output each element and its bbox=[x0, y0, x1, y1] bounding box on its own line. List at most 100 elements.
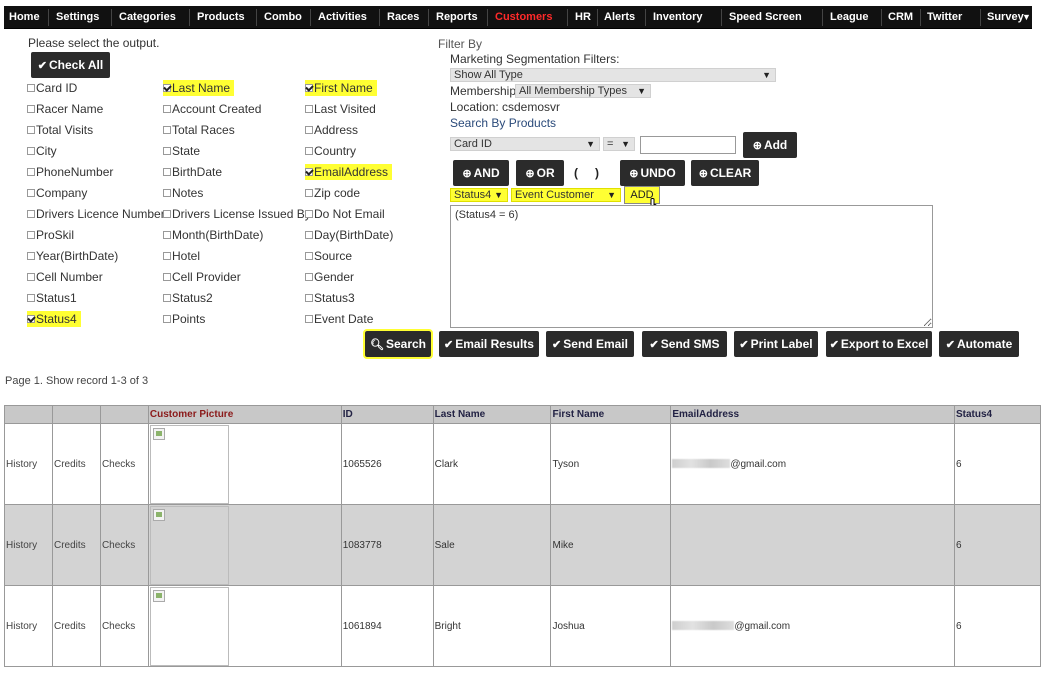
export-excel-button[interactable]: ✔ Export to Excel bbox=[826, 331, 932, 357]
checkbox[interactable] bbox=[163, 167, 171, 176]
or-button[interactable]: ⊕ OR bbox=[516, 160, 564, 186]
close-paren-button[interactable]: ) bbox=[592, 160, 602, 186]
output-field-state[interactable]: State bbox=[163, 143, 200, 159]
history-link[interactable]: History bbox=[4, 585, 53, 667]
email-results-button[interactable]: ✔ Email Results bbox=[439, 331, 539, 357]
credits-link[interactable]: Credits bbox=[51, 423, 101, 505]
segmentation-select[interactable]: Show All Type ▼ bbox=[450, 68, 776, 82]
checkbox[interactable] bbox=[163, 104, 171, 113]
output-field-drivers-licence-number[interactable]: Drivers Licence Number bbox=[27, 206, 165, 222]
output-field-hotel[interactable]: Hotel bbox=[163, 248, 200, 264]
output-field-status1[interactable]: Status1 bbox=[27, 290, 77, 306]
checkbox[interactable] bbox=[163, 83, 171, 92]
output-field-drivers-license-issued-by[interactable]: Drivers License Issued By bbox=[163, 206, 311, 222]
checkbox[interactable] bbox=[27, 83, 35, 92]
checkbox[interactable] bbox=[163, 125, 171, 134]
column-header-first-name[interactable]: First Name bbox=[550, 405, 672, 424]
output-field-total-races[interactable]: Total Races bbox=[163, 122, 235, 138]
checkbox[interactable] bbox=[163, 251, 171, 260]
column-header-status4[interactable]: Status4 bbox=[954, 405, 1041, 424]
checkbox[interactable] bbox=[305, 146, 313, 155]
checkbox[interactable] bbox=[305, 167, 313, 176]
output-field-emailaddress[interactable]: EmailAddress bbox=[305, 164, 393, 180]
output-field-notes[interactable]: Notes bbox=[163, 185, 203, 201]
checkbox[interactable] bbox=[163, 188, 171, 197]
output-field-year-birthdate[interactable]: Year(BirthDate) bbox=[27, 248, 118, 264]
filter-operator-select[interactable]: = ▼ bbox=[603, 137, 635, 151]
status-value-select[interactable]: Event Customer ▼ bbox=[511, 188, 621, 202]
checkbox[interactable] bbox=[163, 272, 171, 281]
checkbox[interactable] bbox=[27, 167, 35, 176]
nav-reports[interactable]: Reports bbox=[436, 6, 478, 29]
open-paren-button[interactable]: ( bbox=[571, 160, 581, 186]
nav-home[interactable]: Home bbox=[9, 6, 40, 29]
check-all-button[interactable]: ✔ Check All bbox=[31, 52, 110, 78]
checkbox[interactable] bbox=[27, 104, 35, 113]
output-field-day-birthdate[interactable]: Day(BirthDate) bbox=[305, 227, 393, 243]
membership-select[interactable]: All Membership Types ▼ bbox=[515, 84, 651, 98]
checkbox[interactable] bbox=[27, 125, 35, 134]
nav-survey[interactable]: Survey bbox=[987, 6, 1024, 29]
checkbox[interactable] bbox=[305, 125, 313, 134]
checkbox[interactable] bbox=[305, 83, 313, 92]
nav-alerts[interactable]: Alerts bbox=[604, 6, 635, 29]
nav-crm[interactable]: CRM bbox=[888, 6, 913, 29]
checkbox[interactable] bbox=[163, 314, 171, 323]
output-field-status2[interactable]: Status2 bbox=[163, 290, 213, 306]
filter-value-input[interactable] bbox=[640, 136, 736, 154]
checkbox[interactable] bbox=[305, 293, 313, 302]
checkbox[interactable] bbox=[305, 209, 313, 218]
checkbox[interactable] bbox=[163, 230, 171, 239]
search-by-products-link[interactable]: Search By Products bbox=[450, 116, 556, 130]
column-header-id[interactable]: ID bbox=[340, 405, 434, 424]
checkbox[interactable] bbox=[27, 314, 35, 323]
checkbox[interactable] bbox=[27, 251, 35, 260]
credits-link[interactable]: Credits bbox=[51, 585, 101, 667]
search-button[interactable]: 🔍︎ Search bbox=[363, 329, 433, 359]
output-field-company[interactable]: Company bbox=[27, 185, 87, 201]
output-field-cell-provider[interactable]: Cell Provider bbox=[163, 269, 241, 285]
checkbox[interactable] bbox=[27, 272, 35, 281]
output-field-status3[interactable]: Status3 bbox=[305, 290, 355, 306]
output-field-source[interactable]: Source bbox=[305, 248, 352, 264]
output-field-address[interactable]: Address bbox=[305, 122, 358, 138]
checkbox[interactable] bbox=[27, 230, 35, 239]
history-link[interactable]: History bbox=[4, 423, 53, 505]
filter-expression-textarea[interactable]: (Status4 = 6) bbox=[450, 205, 933, 328]
nav-inventory[interactable]: Inventory bbox=[653, 6, 703, 29]
and-button[interactable]: ⊕ AND bbox=[453, 160, 509, 186]
nav-league[interactable]: League bbox=[830, 6, 869, 29]
checks-link[interactable]: Checks bbox=[99, 423, 149, 505]
checkbox[interactable] bbox=[27, 209, 35, 218]
clear-button[interactable]: ⊕ CLEAR bbox=[691, 160, 759, 186]
nav-speed-screen[interactable]: Speed Screen bbox=[729, 6, 802, 29]
credits-link[interactable]: Credits bbox=[51, 504, 101, 586]
output-field-city[interactable]: City bbox=[27, 143, 57, 159]
nav-scroll-arrow-icon[interactable]: ▼ bbox=[1022, 6, 1031, 29]
checkbox[interactable] bbox=[163, 293, 171, 302]
column-header-email[interactable]: EmailAddress bbox=[670, 405, 955, 424]
undo-button[interactable]: ⊕ UNDO bbox=[620, 160, 685, 186]
checkbox[interactable] bbox=[27, 188, 35, 197]
checkbox[interactable] bbox=[27, 146, 35, 155]
send-sms-button[interactable]: ✔ Send SMS bbox=[642, 331, 727, 357]
output-field-month-birthdate[interactable]: Month(BirthDate) bbox=[163, 227, 263, 243]
nav-customers[interactable]: Customers bbox=[495, 6, 552, 29]
checkbox[interactable] bbox=[305, 272, 313, 281]
column-header-last-name[interactable]: Last Name bbox=[432, 405, 552, 424]
output-field-event-date[interactable]: Event Date bbox=[305, 311, 373, 327]
output-field-zip-code[interactable]: Zip code bbox=[305, 185, 360, 201]
column-header-customer-picture[interactable]: Customer Picture bbox=[147, 405, 342, 424]
output-field-phonenumber[interactable]: PhoneNumber bbox=[27, 164, 113, 180]
output-field-first-name[interactable]: First Name bbox=[305, 80, 377, 96]
checkbox[interactable] bbox=[27, 293, 35, 302]
checkbox[interactable] bbox=[305, 251, 313, 260]
nav-categories[interactable]: Categories bbox=[119, 6, 176, 29]
nav-races[interactable]: Races bbox=[387, 6, 419, 29]
checkbox[interactable] bbox=[305, 104, 313, 113]
output-field-card-id[interactable]: Card ID bbox=[27, 80, 77, 96]
history-link[interactable]: History bbox=[4, 504, 53, 586]
nav-activities[interactable]: Activities bbox=[318, 6, 367, 29]
output-field-account-created[interactable]: Account Created bbox=[163, 101, 261, 117]
output-field-birthdate[interactable]: BirthDate bbox=[163, 164, 222, 180]
